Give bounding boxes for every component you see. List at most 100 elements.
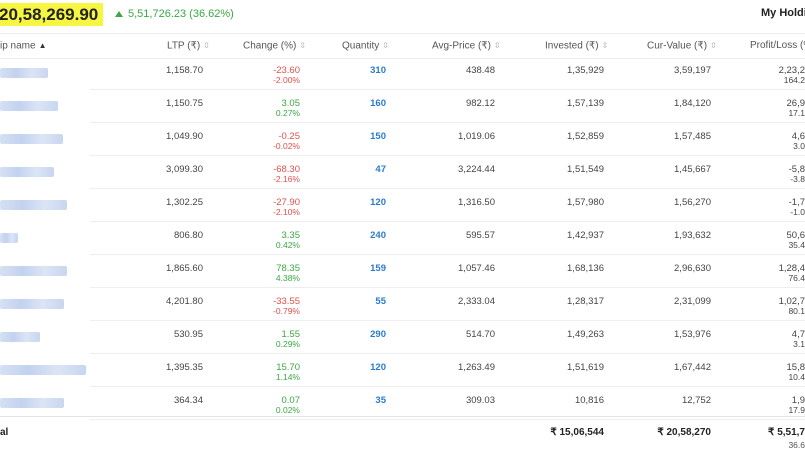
- table-row[interactable]: 3,099.30-68.30-2.16%473,224.441,51,5491,…: [0, 156, 805, 189]
- cell-avg-price: 982.12: [466, 98, 495, 109]
- cell-invested: 1,28,317: [567, 296, 604, 307]
- col-header-quantity[interactable]: Quantity⇳: [342, 39, 389, 53]
- scrip-name-redacted[interactable]: [0, 365, 86, 375]
- cell-avg-price: 3,224.44: [458, 164, 495, 175]
- cell-change-pct: 4.38%: [276, 273, 300, 283]
- cell-invested: 1,35,929: [567, 65, 604, 76]
- scrip-name-redacted[interactable]: [0, 101, 58, 111]
- scrip-name-redacted[interactable]: [0, 167, 54, 177]
- col-header-profit-loss[interactable]: Profit/Loss (%: [750, 39, 805, 53]
- scrip-name-redacted[interactable]: [0, 68, 48, 78]
- cell-avg-price: 309.03: [466, 395, 495, 406]
- cell-invested: 1,68,136: [567, 263, 604, 274]
- total-portfolio-value: 20,58,269.90: [0, 3, 103, 26]
- cell-change-pct: -0.79%: [273, 306, 300, 316]
- cell-pl-pct: 76.4: [788, 273, 805, 283]
- cell-ltp: 364.34: [174, 395, 203, 406]
- scrip-name-redacted[interactable]: [0, 332, 40, 342]
- col-header-change[interactable]: Change (%)⇳: [243, 39, 306, 53]
- table-row[interactable]: 1,158.70-23.60-2.00%310438.481,35,9293,5…: [0, 57, 805, 90]
- col-header-invested[interactable]: Invested (₹)⇳: [545, 39, 608, 53]
- cell-ltp: 530.95: [174, 329, 203, 340]
- cell-pl-pct: -3.8: [790, 174, 805, 184]
- col-header-cur-value[interactable]: Cur-Value (₹)⇳: [647, 39, 717, 53]
- cell-change-pct: -2.10%: [273, 207, 300, 217]
- cell-avg-price: 514.70: [466, 329, 495, 340]
- cell-ltp: 1,395.35: [166, 362, 203, 373]
- cell-change-pct: -2.16%: [273, 174, 300, 184]
- cell-change-pct: 1.14%: [276, 372, 300, 382]
- cell-quantity[interactable]: 240: [370, 230, 386, 241]
- table-row[interactable]: 4,201.80-33.55-0.79%552,333.041,28,3172,…: [0, 288, 805, 321]
- cell-avg-price: 595.57: [466, 230, 495, 241]
- cell-cur-value: 2,31,099: [674, 296, 711, 307]
- cell-cur-value: 1,56,270: [674, 197, 711, 208]
- scrip-name-redacted[interactable]: [0, 200, 67, 210]
- cell-quantity[interactable]: 47: [375, 164, 386, 175]
- cell-avg-price: 2,333.04: [458, 296, 495, 307]
- portfolio-summary-bar: 20,58,269.90 5,51,726.23 (36.62%) My Hol…: [0, 0, 805, 30]
- table-row[interactable]: 530.951.550.29%290514.701,49,2631,53,976…: [0, 321, 805, 354]
- cell-change-pct: 0.27%: [276, 108, 300, 118]
- cell-invested: 1,49,263: [567, 329, 604, 340]
- cell-change-pct: 0.29%: [276, 339, 300, 349]
- sort-icon: ⇳: [382, 39, 389, 53]
- cell-quantity[interactable]: 150: [370, 131, 386, 142]
- cell-change-pct: 0.02%: [276, 405, 300, 415]
- sort-icon: ⇳: [203, 39, 210, 53]
- cell-invested: 1,51,619: [567, 362, 604, 373]
- cell-ltp: 1,150.75: [166, 98, 203, 109]
- scrip-name-redacted[interactable]: [0, 398, 64, 408]
- sort-icon: ⇳: [299, 39, 306, 53]
- cell-cur-value: 1,67,442: [674, 362, 711, 373]
- cell-pl-pct: 80.1: [788, 306, 805, 316]
- cell-quantity[interactable]: 159: [370, 263, 386, 274]
- cell-cur-value: 3,59,197: [674, 65, 711, 76]
- total-cur-value: ₹ 20,58,270: [657, 427, 711, 438]
- scrip-name-redacted[interactable]: [0, 233, 18, 243]
- col-header-avg-price[interactable]: Avg-Price (₹)⇳: [432, 39, 501, 53]
- total-gain: 5,51,726.23 (36.62%): [128, 8, 234, 20]
- cell-pl-pct: 17.9: [788, 405, 805, 415]
- cell-avg-price: 438.48: [466, 65, 495, 76]
- table-row[interactable]: 1,150.753.050.27%160982.121,57,1391,84,1…: [0, 90, 805, 123]
- cell-invested: 10,816: [575, 395, 604, 406]
- cell-invested: 1,51,549: [567, 164, 604, 175]
- cell-ltp: 1,302.25: [166, 197, 203, 208]
- cell-change-pct: -0.02%: [273, 141, 300, 151]
- sort-asc-icon: ▲: [39, 39, 47, 53]
- sort-icon: ⇳: [602, 39, 609, 53]
- cell-quantity[interactable]: 55: [375, 296, 386, 307]
- cell-pl-pct: -1.0: [790, 207, 805, 217]
- cell-quantity[interactable]: 290: [370, 329, 386, 340]
- col-header-name[interactable]: ip name▲: [0, 39, 47, 53]
- table-row[interactable]: 1,302.25-27.90-2.10%1201,316.501,57,9801…: [0, 189, 805, 222]
- cell-pl-pct: 3.1: [793, 339, 805, 349]
- cell-ltp: 3,099.30: [166, 164, 203, 175]
- up-arrow-icon: [115, 11, 123, 17]
- table-row[interactable]: 806.803.350.42%240595.571,42,9371,93,632…: [0, 222, 805, 255]
- total-invested: ₹ 15,06,544: [550, 427, 604, 438]
- cell-avg-price: 1,057.46: [458, 263, 495, 274]
- sort-icon: ⇳: [494, 39, 501, 53]
- cell-quantity[interactable]: 35: [375, 395, 386, 406]
- cell-cur-value: 1,45,667: [674, 164, 711, 175]
- cell-ltp: 806.80: [174, 230, 203, 241]
- cell-invested: 1,57,139: [567, 98, 604, 109]
- cell-invested: 1,52,859: [567, 131, 604, 142]
- cell-quantity[interactable]: 310: [370, 65, 386, 76]
- cell-quantity[interactable]: 120: [370, 197, 386, 208]
- table-row[interactable]: 1,049.90-0.25-0.02%1501,019.061,52,8591,…: [0, 123, 805, 156]
- cell-quantity[interactable]: 160: [370, 98, 386, 109]
- col-header-ltp[interactable]: LTP (₹)⇳: [167, 39, 210, 53]
- scrip-name-redacted[interactable]: [0, 266, 67, 276]
- scrip-name-redacted[interactable]: [0, 299, 64, 309]
- scrip-name-redacted[interactable]: [0, 134, 63, 144]
- total-profit-loss: ₹ 5,51,7: [768, 427, 805, 438]
- table-row[interactable]: 1,865.6078.354.38%1591,057.461,68,1362,9…: [0, 255, 805, 288]
- cell-cur-value: 12,752: [682, 395, 711, 406]
- table-row[interactable]: 1,395.3515.701.14%1201,263.491,51,6191,6…: [0, 354, 805, 387]
- cell-avg-price: 1,263.49: [458, 362, 495, 373]
- table-footer-total: al ₹ 15,06,544 ₹ 20,58,270 ₹ 5,51,7 36.6: [0, 416, 805, 453]
- cell-quantity[interactable]: 120: [370, 362, 386, 373]
